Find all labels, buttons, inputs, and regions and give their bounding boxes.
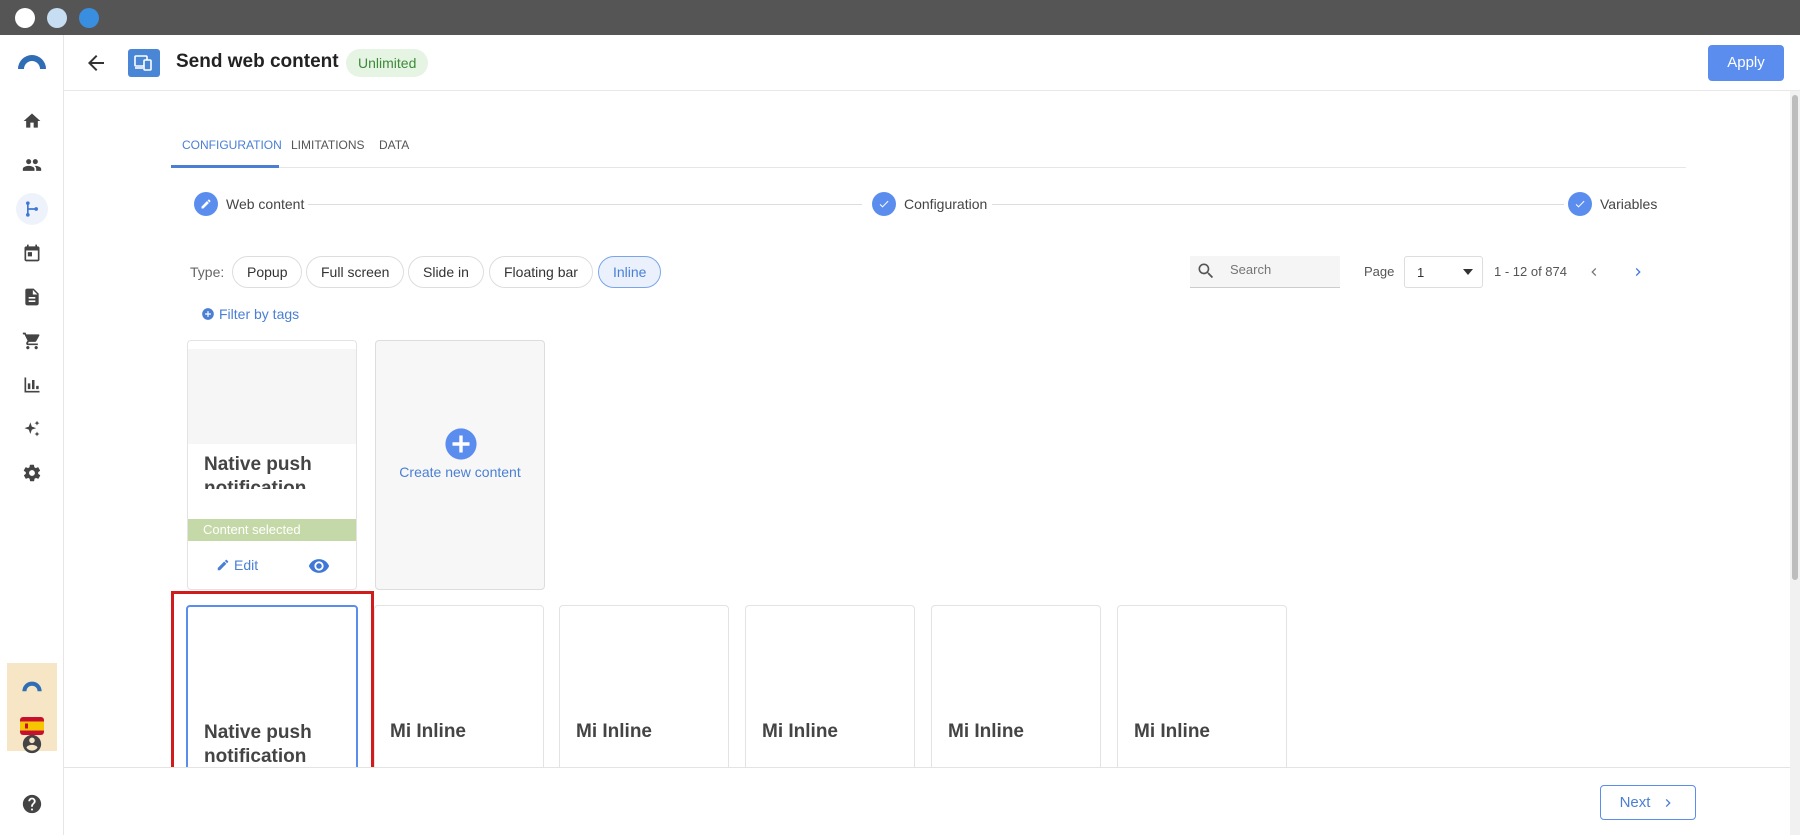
filter-by-tags-link[interactable]: Filter by tags xyxy=(201,306,299,322)
web-content-icon xyxy=(128,49,160,77)
chevron-right-icon xyxy=(1635,268,1641,276)
status-badge: Unlimited xyxy=(346,49,429,77)
journey-icon[interactable] xyxy=(16,193,48,225)
create-new-content-label: Create new content xyxy=(399,464,521,480)
apply-button[interactable]: Apply xyxy=(1708,45,1784,81)
content-card[interactable]: Mi Inline xyxy=(931,605,1101,785)
window-titlebar xyxy=(0,0,1800,35)
step-configuration[interactable]: Configuration xyxy=(904,196,987,212)
cart-icon[interactable] xyxy=(16,325,48,357)
card-title: Mi Inline xyxy=(762,721,838,742)
card-thumbnail xyxy=(188,349,356,444)
content-card[interactable]: Mi Inline xyxy=(374,605,544,785)
active-tab-indicator xyxy=(171,165,279,168)
back-arrow-icon[interactable] xyxy=(84,51,108,80)
step-web-content[interactable]: Web content xyxy=(226,196,304,212)
page-select-value: 1 xyxy=(1417,265,1425,280)
type-chip-slide-in[interactable]: Slide in xyxy=(408,256,484,288)
content-card[interactable]: Mi Inline xyxy=(559,605,729,785)
document-icon[interactable] xyxy=(16,281,48,313)
plus-circle-icon xyxy=(445,428,477,460)
chevron-left-icon xyxy=(1591,268,1597,276)
page-footer xyxy=(64,767,1790,835)
tab-configuration[interactable]: CONFIGURATION xyxy=(182,138,282,152)
type-chip-floating-bar[interactable]: Floating bar xyxy=(489,256,593,288)
search-input[interactable] xyxy=(1230,262,1335,277)
scrollbar-thumb[interactable] xyxy=(1792,95,1798,580)
next-button[interactable]: Next xyxy=(1600,785,1696,820)
window-maximize-button[interactable] xyxy=(79,8,99,28)
window-close-button[interactable] xyxy=(15,8,35,28)
highlight-box xyxy=(171,591,374,781)
selected-content-card[interactable]: Native push notification Content selecte… xyxy=(187,340,357,590)
content-selected-bar: Content selected xyxy=(188,519,356,541)
page-select[interactable]: 1 xyxy=(1404,256,1483,288)
stepper-connector xyxy=(992,204,1564,205)
content-card[interactable]: Mi Inline xyxy=(745,605,915,785)
content-card[interactable]: Mi Inline xyxy=(1117,605,1287,785)
step-check-icon[interactable] xyxy=(1568,192,1592,216)
pencil-icon xyxy=(217,559,229,571)
dropdown-arrow-icon xyxy=(1463,269,1473,275)
type-chip-popup[interactable]: Popup xyxy=(232,256,303,288)
step-edit-icon[interactable] xyxy=(194,192,218,216)
create-new-content-card[interactable]: Create new content xyxy=(375,340,545,590)
people-icon[interactable] xyxy=(16,149,48,181)
window-minimize-button[interactable] xyxy=(47,8,67,28)
next-page-button[interactable] xyxy=(1624,258,1652,286)
card-title: Mi Inline xyxy=(1134,721,1210,742)
card-title: Native push notification xyxy=(204,454,312,489)
search-icon xyxy=(1198,263,1214,279)
add-circle-icon xyxy=(202,308,214,320)
edit-button[interactable]: Edit xyxy=(216,557,258,573)
card-title: Mi Inline xyxy=(390,721,466,742)
user-icon[interactable] xyxy=(16,728,48,760)
eye-icon[interactable] xyxy=(308,555,330,577)
page-label: Page xyxy=(1364,264,1395,279)
filter-by-tags-label: Filter by tags xyxy=(219,306,300,322)
brand-logo[interactable] xyxy=(16,49,48,76)
step-variables[interactable]: Variables xyxy=(1600,196,1657,212)
card-title: Mi Inline xyxy=(576,721,652,742)
page-title: Send web content xyxy=(176,51,339,72)
step-check-icon[interactable] xyxy=(872,192,896,216)
chevron-right-icon xyxy=(1666,798,1672,807)
page-header: Send web content Unlimited Apply xyxy=(64,35,1800,91)
tab-data[interactable]: DATA xyxy=(379,138,409,152)
previous-page-button[interactable] xyxy=(1580,258,1608,286)
sparkle-icon[interactable] xyxy=(16,413,48,445)
home-icon[interactable] xyxy=(16,105,48,137)
gear-icon[interactable] xyxy=(16,457,48,489)
next-label: Next xyxy=(1619,794,1651,811)
calendar-icon[interactable] xyxy=(16,237,48,269)
type-chip-inline[interactable]: Inline xyxy=(598,256,662,288)
card-title: Mi Inline xyxy=(948,721,1024,742)
type-chip-full-screen[interactable]: Full screen xyxy=(306,256,405,288)
pagination-range: 1 - 12 of 874 xyxy=(1494,264,1567,279)
brand-mini-logo xyxy=(22,681,42,692)
tab-bar: CONFIGURATION LIMITATIONS DATA xyxy=(171,130,1686,168)
left-navigation xyxy=(0,35,64,835)
edit-label: Edit xyxy=(234,557,259,573)
help-icon[interactable] xyxy=(16,788,48,820)
stepper-connector xyxy=(308,204,862,205)
tab-limitations[interactable]: LIMITATIONS xyxy=(291,138,365,152)
search-box[interactable] xyxy=(1190,256,1340,288)
type-label: Type: xyxy=(190,264,225,280)
chart-icon[interactable] xyxy=(16,369,48,401)
